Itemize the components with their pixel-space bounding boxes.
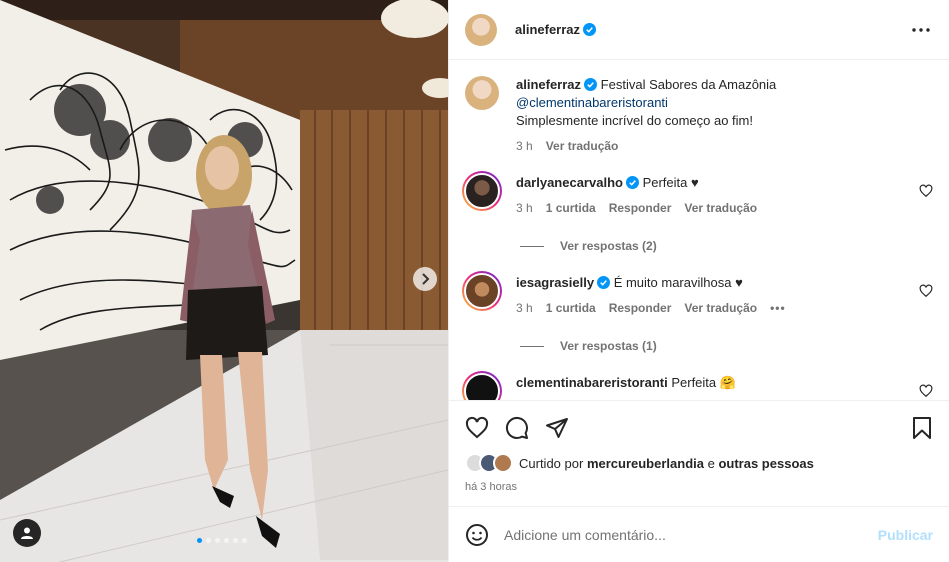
translate-link[interactable]: Ver tradução xyxy=(684,299,757,317)
verified-icon xyxy=(625,176,639,189)
likes-prefix: Curtido por xyxy=(519,455,584,471)
post-image[interactable] xyxy=(0,0,448,562)
view-replies-label: Ver respostas (1) xyxy=(560,339,657,353)
comment-likes-count[interactable]: 1 curtida xyxy=(546,299,596,317)
reply-button[interactable]: Responder xyxy=(609,199,672,217)
replies-divider xyxy=(520,245,544,247)
caption-time[interactable]: 3 h xyxy=(516,137,533,155)
view-replies-button[interactable]: Ver respostas (1) xyxy=(520,339,657,353)
more-icon xyxy=(912,27,930,32)
carousel-indicator xyxy=(197,538,247,543)
user-tag-icon xyxy=(21,527,33,539)
caption-mention-link[interactable]: @clementinabareristoranti xyxy=(516,95,668,110)
verified-icon xyxy=(584,78,598,91)
likes-summary[interactable]: Curtido por mercureuberlandia e outras p… xyxy=(465,453,933,473)
comment-icon[interactable] xyxy=(505,416,529,440)
translate-link[interactable]: Ver tradução xyxy=(546,137,619,155)
comment-text: É muito maravilhosa ♥ xyxy=(613,275,743,290)
emoji-icon[interactable] xyxy=(465,523,489,547)
comments-list[interactable]: alineferraz Festival Sabores da Amazônia… xyxy=(449,60,949,400)
liker-username[interactable]: mercureuberlandia xyxy=(587,456,704,471)
caption-username[interactable]: alineferraz xyxy=(516,77,581,92)
carousel-dot xyxy=(215,538,220,543)
user-tag-button[interactable] xyxy=(13,519,41,547)
verified-icon xyxy=(583,23,597,36)
carousel-dot xyxy=(206,538,211,543)
publish-button[interactable]: Publicar xyxy=(878,527,933,543)
liker-avatar xyxy=(493,453,513,473)
carousel-dot xyxy=(224,538,229,543)
carousel-dot xyxy=(197,538,202,543)
comment-text: Perfeita ♥ xyxy=(642,175,699,190)
comment-options-button[interactable]: ••• xyxy=(770,299,786,317)
comment-likes-count[interactable]: 1 curtida xyxy=(546,199,596,217)
caption-text-line2: Simplesmente incrível do começo ao fim! xyxy=(516,113,753,128)
chevron-right-icon xyxy=(422,273,430,285)
heart-icon[interactable] xyxy=(919,284,933,298)
post-actions: Curtido por mercureuberlandia e outras p… xyxy=(449,400,949,506)
view-replies-button[interactable]: Ver respostas (2) xyxy=(520,239,657,253)
comment-item: darlyanecarvalho Perfeita ♥ 3 h 1 curtid… xyxy=(462,171,935,217)
heart-icon[interactable] xyxy=(919,184,933,198)
comment-text: Perfeita 🤗 xyxy=(671,375,736,390)
comment-username[interactable]: darlyanecarvalho xyxy=(516,175,623,190)
comment-time[interactable]: 3 h xyxy=(516,299,533,317)
post-caption: alineferraz Festival Sabores da Amazônia… xyxy=(465,76,935,155)
likes-joiner: e xyxy=(707,455,715,471)
post-photo xyxy=(0,0,448,562)
translate-link[interactable]: Ver tradução xyxy=(684,199,757,217)
comment-username[interactable]: iesagrasielly xyxy=(516,275,594,290)
bookmark-icon[interactable] xyxy=(911,416,933,440)
carousel-dot xyxy=(242,538,247,543)
author-avatar[interactable] xyxy=(465,76,499,110)
carousel-dot xyxy=(233,538,238,543)
more-options-button[interactable] xyxy=(909,18,933,42)
comment-time[interactable]: 3 h xyxy=(516,199,533,217)
comment-input[interactable] xyxy=(504,526,878,543)
replies-divider xyxy=(520,345,544,347)
verified-icon xyxy=(597,276,611,289)
comment-item: clementinabareristoranti Perfeita 🤗 xyxy=(462,371,935,400)
reply-button[interactable]: Responder xyxy=(609,299,672,317)
heart-icon[interactable] xyxy=(465,416,489,440)
view-replies-label: Ver respostas (2) xyxy=(560,239,657,253)
post-detail-panel: alineferraz alineferraz Festival Sabores… xyxy=(448,0,949,562)
comment-username[interactable]: clementinabareristoranti xyxy=(516,375,668,390)
author-username[interactable]: alineferraz xyxy=(515,22,580,37)
carousel-next-button[interactable] xyxy=(413,267,437,291)
commenter-avatar[interactable] xyxy=(462,171,502,211)
comment-item: iesagrasielly É muito maravilhosa ♥ 3 h … xyxy=(462,271,935,317)
commenter-avatar[interactable] xyxy=(462,371,502,400)
share-icon[interactable] xyxy=(545,416,569,440)
heart-icon[interactable] xyxy=(919,384,933,398)
post-header: alineferraz xyxy=(449,0,949,60)
caption-text: Festival Sabores da Amazônia xyxy=(600,77,777,92)
liker-avatars xyxy=(465,453,513,473)
author-avatar[interactable] xyxy=(465,13,497,46)
commenter-avatar[interactable] xyxy=(462,271,502,311)
other-likers-link[interactable]: outras pessoas xyxy=(718,456,813,471)
post-timestamp[interactable]: há 3 horas xyxy=(465,481,933,493)
add-comment-bar: Publicar xyxy=(449,506,949,562)
